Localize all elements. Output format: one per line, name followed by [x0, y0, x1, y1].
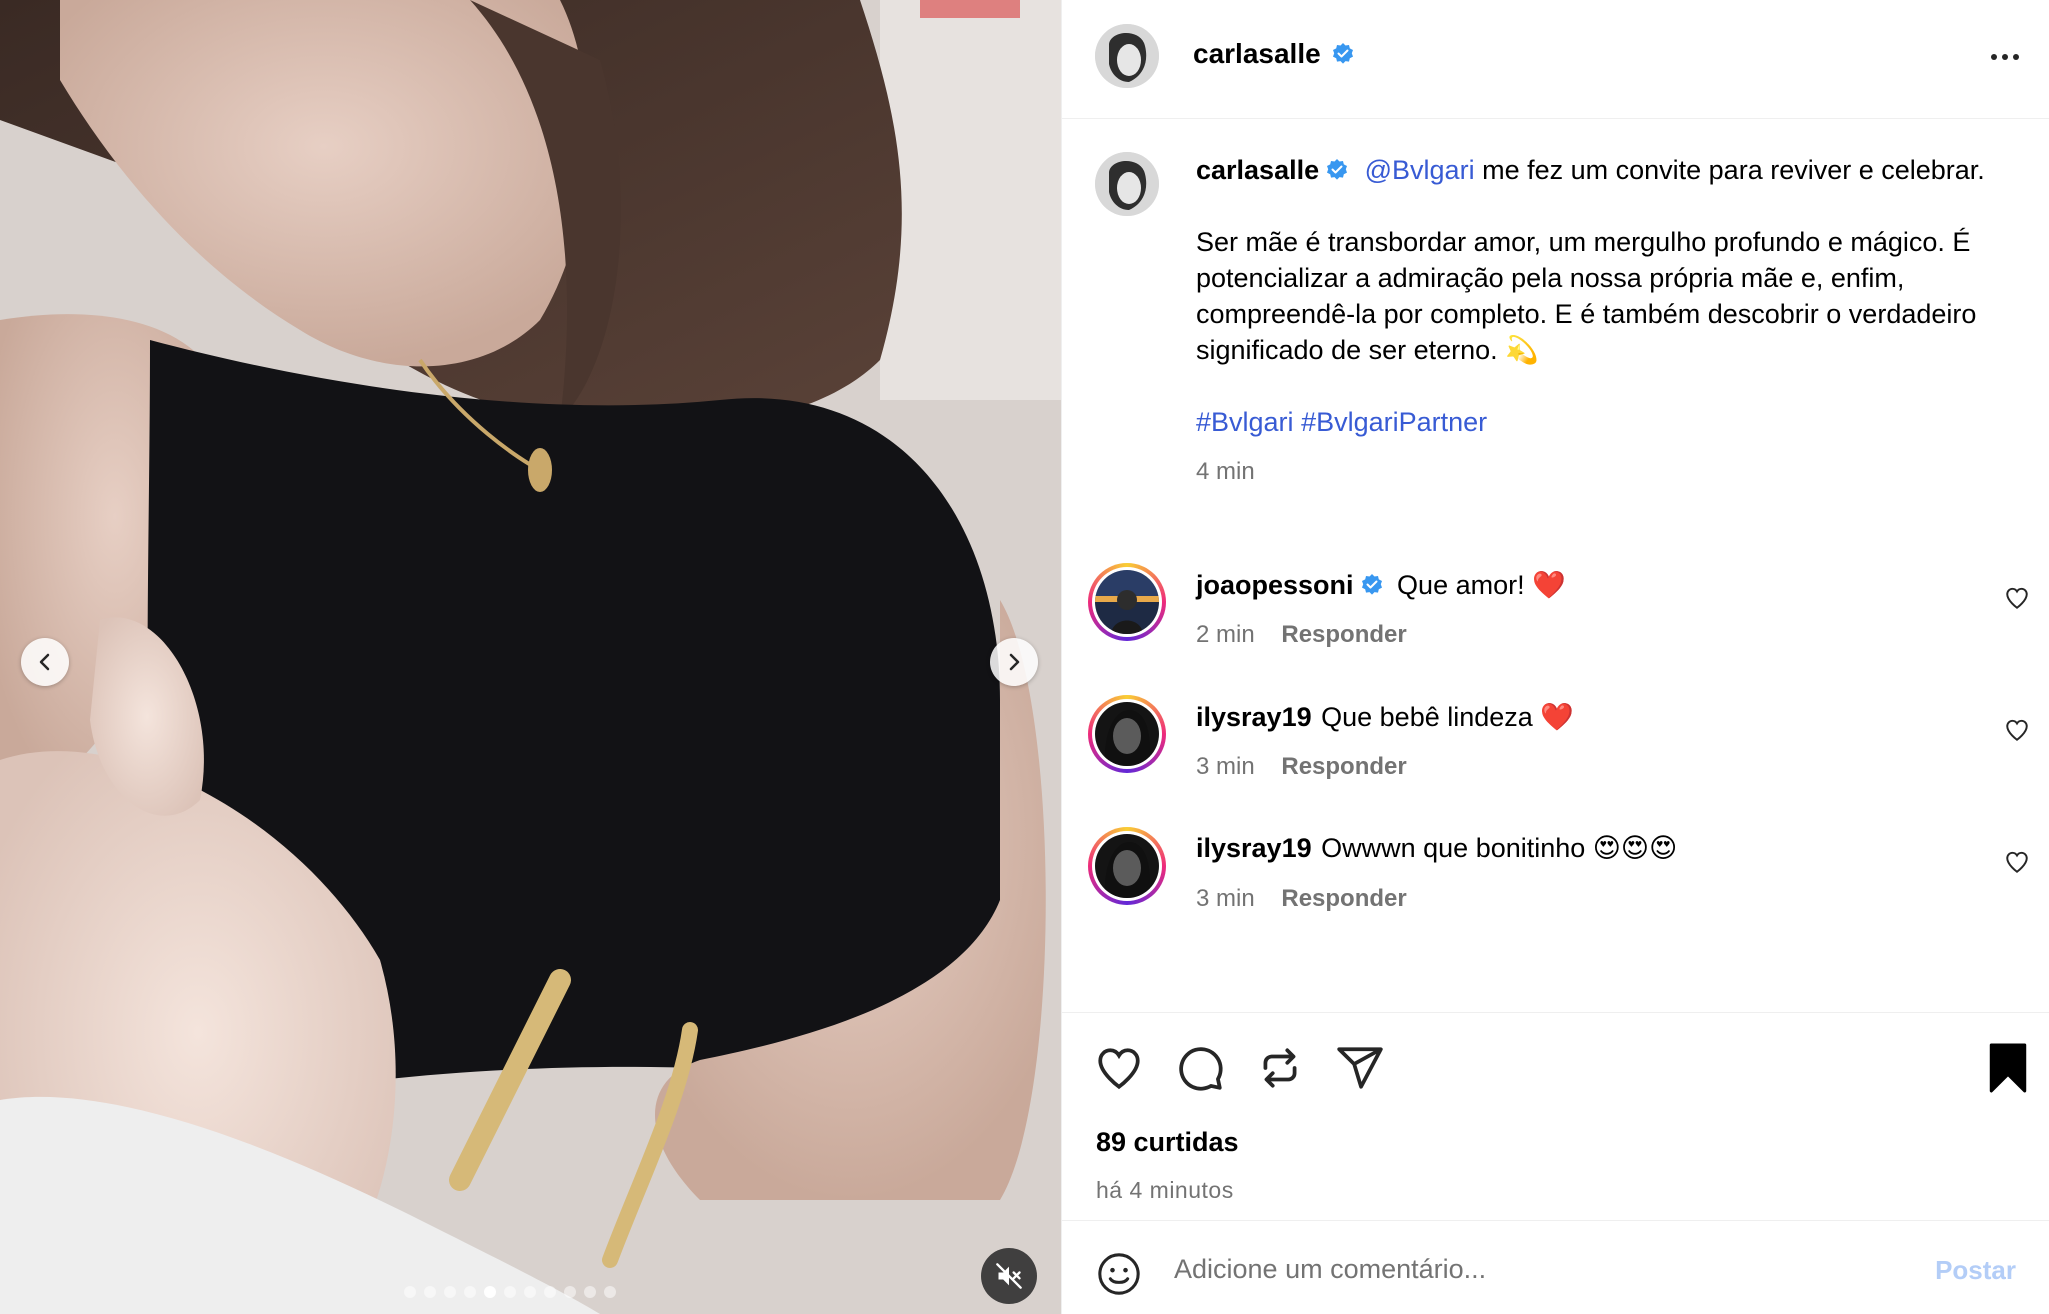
verified-badge-icon — [1333, 43, 1354, 64]
mute-icon — [996, 1263, 1022, 1289]
carousel-indicator — [404, 1286, 616, 1298]
comment-reply-button[interactable]: Responder — [1281, 885, 1406, 912]
commenter-avatar[interactable] — [1088, 827, 1166, 905]
add-comment-bar: Postar — [1062, 1220, 2049, 1314]
save-button[interactable] — [1986, 1043, 2030, 1098]
caption-paragraph-2: Ser mãe é transbordar amor, um mergulho … — [1196, 227, 1977, 365]
commenter-avatar[interactable] — [1088, 695, 1166, 773]
comment-input[interactable] — [1174, 1245, 1874, 1293]
carousel-dot — [424, 1286, 436, 1298]
repost-button[interactable] — [1255, 1043, 1305, 1098]
post-media[interactable] — [0, 0, 1061, 1314]
heart-icon — [2006, 587, 2028, 609]
hashtag-link-bvlgari[interactable]: #Bvlgari — [1196, 407, 1294, 437]
share-button[interactable] — [1335, 1043, 1385, 1098]
caption-mention-link[interactable]: @Bvlgari — [1365, 155, 1475, 185]
avatar-image — [1095, 702, 1159, 766]
carousel-prev-button[interactable] — [21, 638, 69, 686]
mute-button[interactable] — [981, 1248, 1037, 1304]
carousel-next-button[interactable] — [990, 638, 1038, 686]
hashtag-link-bvlgaripartner[interactable]: #BvlgariPartner — [1301, 407, 1487, 437]
caption-username[interactable]: carlasalle — [1196, 155, 1319, 185]
comment-body: Owwwn que bonitinho 😍😍😍 — [1321, 833, 1678, 863]
share-icon — [1337, 1047, 1383, 1089]
comment-username[interactable]: ilysray19 — [1196, 702, 1312, 732]
carousel-dot — [524, 1286, 536, 1298]
comment-item: ilysray19 Que bebê lindeza ❤️ 3 min Resp… — [1062, 695, 2049, 815]
comment-text-row: joaopessoni Que amor! ❤️ — [1196, 569, 1566, 601]
more-options-button[interactable] — [1988, 40, 2022, 79]
comment-reply-button[interactable]: Responder — [1281, 621, 1406, 648]
comment-body: Que amor! ❤️ — [1397, 570, 1566, 600]
caption-timestamp: 4 min — [1196, 458, 1255, 485]
comment-item: ilysray19 Owwwn que bonitinho 😍😍😍 3 min … — [1062, 827, 2049, 947]
comment-time: 3 min — [1196, 885, 1255, 912]
more-options-icon — [1991, 54, 2019, 60]
heart-icon — [2006, 851, 2028, 873]
carousel-dot — [464, 1286, 476, 1298]
comment-icon — [1179, 1047, 1223, 1091]
verified-badge-icon — [1327, 159, 1348, 180]
carousel-dot — [604, 1286, 616, 1298]
post-header: carlasalle — [1062, 0, 2049, 119]
caption-hashtags: #Bvlgari #BvlgariPartner — [1196, 404, 2026, 440]
comment-time: 3 min — [1196, 753, 1255, 780]
caption-author-avatar[interactable] — [1095, 152, 1159, 216]
carousel-dot — [584, 1286, 596, 1298]
comment-meta: 3 min Responder — [1196, 753, 1407, 781]
post-detail-panel: carlasalle carlasalle @Bvlgari me fez um… — [1061, 0, 2049, 1314]
comment-username[interactable]: ilysray19 — [1196, 833, 1312, 863]
comment-meta: 2 min Responder — [1196, 621, 1407, 649]
comment-item: joaopessoni Que amor! ❤️ 2 min Responder — [1062, 563, 2049, 683]
post-actions: 89 curtidas há 4 minutos — [1062, 1012, 2049, 1220]
comment-like-button[interactable] — [2004, 717, 2030, 748]
comment-reply-button[interactable]: Responder — [1281, 753, 1406, 780]
post-timestamp: há 4 minutos — [1096, 1177, 1234, 1203]
comment-like-button[interactable] — [2004, 585, 2030, 616]
heart-icon — [2006, 719, 2028, 741]
emoji-icon — [1098, 1253, 1140, 1295]
avatar-image — [1095, 152, 1159, 216]
commenter-avatar[interactable] — [1088, 563, 1166, 641]
heart-icon — [1098, 1048, 1140, 1090]
comment-like-button[interactable] — [2004, 849, 2030, 880]
carousel-dot — [504, 1286, 516, 1298]
repost-icon — [1263, 1048, 1297, 1088]
post-photo — [0, 0, 1061, 1314]
like-button[interactable] — [1094, 1043, 1144, 1098]
carousel-dot — [404, 1286, 416, 1298]
avatar-image — [1095, 24, 1159, 88]
chevron-right-icon — [1009, 653, 1020, 671]
carousel-dot — [564, 1286, 576, 1298]
post-comment-button[interactable]: Postar — [1935, 1255, 2016, 1286]
author-name-row: carlasalle — [1193, 38, 1355, 70]
avatar-image — [1095, 834, 1159, 898]
caption-text: carlasalle @Bvlgari me fez um convite pa… — [1196, 152, 2026, 490]
bookmark-icon — [1989, 1043, 2027, 1093]
avatar-image — [1095, 570, 1159, 634]
emoji-button[interactable] — [1096, 1251, 1142, 1302]
comment-text-row: ilysray19 Owwwn que bonitinho 😍😍😍 — [1196, 833, 1677, 864]
chevron-left-icon — [39, 653, 50, 671]
carousel-dot-active — [484, 1286, 496, 1298]
comment-meta: 3 min Responder — [1196, 885, 1407, 913]
author-username[interactable]: carlasalle — [1193, 38, 1321, 69]
carousel-dot — [444, 1286, 456, 1298]
author-avatar[interactable] — [1095, 24, 1159, 88]
comment-text-row: ilysray19 Que bebê lindeza ❤️ — [1196, 701, 1574, 733]
verified-badge-icon — [1361, 574, 1382, 595]
carousel-dot — [544, 1286, 556, 1298]
comment-username[interactable]: joaopessoni — [1196, 570, 1354, 600]
caption-paragraph-1: carlasalle @Bvlgari me fez um convite pa… — [1196, 152, 2026, 188]
comment-time: 2 min — [1196, 621, 1255, 648]
caption-line1-text: me fez um convite para reviver e celebra… — [1474, 155, 1985, 185]
likes-count[interactable]: 89 curtidas — [1096, 1127, 1239, 1158]
comment-button[interactable] — [1175, 1043, 1225, 1098]
comment-body: Que bebê lindeza ❤️ — [1321, 702, 1574, 732]
